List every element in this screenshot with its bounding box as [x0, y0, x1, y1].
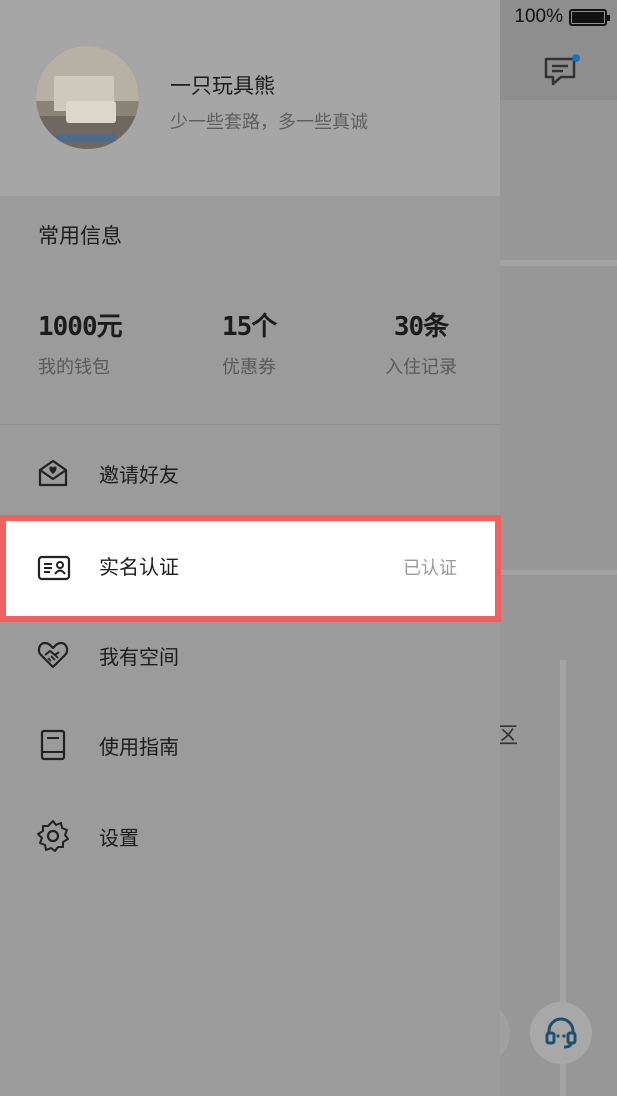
- stat-value: 30条: [393, 312, 449, 342]
- menu-item-real-name-verification[interactable]: 实名认证 已认证: [0, 515, 501, 622]
- status-bar: 100%: [514, 6, 610, 28]
- stat-value: 15个: [222, 312, 277, 342]
- stat-wallet[interactable]: 1000元 我的钱包: [38, 306, 123, 379]
- menu-item-invite-friends[interactable]: 邀请好友: [0, 428, 500, 518]
- avatar[interactable]: [36, 46, 139, 149]
- verification-status: 已认证: [403, 558, 457, 579]
- menu-item-usage-guide[interactable]: 使用指南: [0, 700, 500, 790]
- menu-label: 使用指南: [99, 734, 179, 759]
- menu-label: 实名认证: [99, 555, 179, 579]
- username: 一只玩具熊: [170, 74, 275, 98]
- stat-label: 我的钱包: [38, 357, 110, 378]
- user-motto: 少一些套路，多一些真诚: [170, 112, 368, 133]
- menu-label: 我有空间: [99, 644, 179, 669]
- menu-item-my-space[interactable]: 我有空间: [0, 610, 500, 700]
- stat-value: 1000元: [38, 312, 123, 342]
- notification-dot: [572, 54, 580, 62]
- id-card-icon: [37, 555, 71, 581]
- stat-coupons[interactable]: 15个 优惠券: [222, 306, 277, 379]
- gear-icon: [37, 820, 69, 852]
- handshake-heart-icon: [37, 641, 69, 669]
- profile-header[interactable]: 一只玩具熊 少一些套路，多一些真诚: [0, 0, 500, 196]
- menu-label: 邀请好友: [99, 462, 179, 487]
- invite-envelope-heart-icon: [38, 459, 68, 487]
- guide-book-icon: [40, 729, 66, 761]
- stat-checkin-records[interactable]: 30条 入住记录: [385, 306, 457, 379]
- battery-icon: [569, 8, 610, 26]
- customer-service-button[interactable]: [530, 1002, 592, 1064]
- headset-icon: [545, 1017, 577, 1049]
- side-drawer: 一只玩具熊 少一些套路，多一些真诚 常用信息 1000元 我的钱包 15个 优惠…: [0, 0, 501, 1096]
- battery-percent: 100%: [514, 6, 563, 27]
- menu-label: 设置: [99, 825, 139, 850]
- stat-label: 入住记录: [385, 357, 457, 378]
- map-area: [500, 100, 617, 1096]
- menu-item-settings[interactable]: 设置: [0, 791, 500, 881]
- section-title-common-info: 常用信息: [38, 224, 122, 248]
- divider: [0, 424, 500, 425]
- stat-label: 优惠券: [222, 357, 276, 378]
